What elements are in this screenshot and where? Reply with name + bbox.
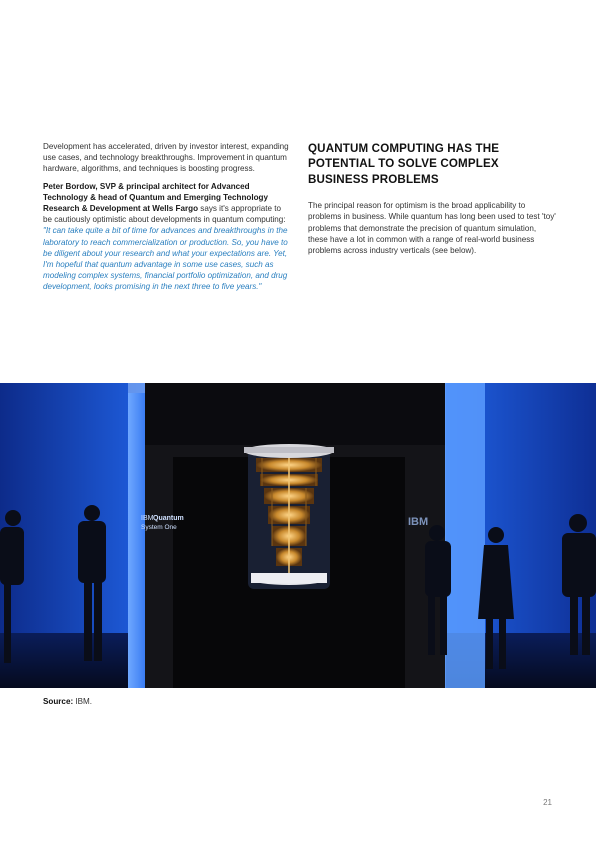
quote-paragraph: Peter Bordow, SVP & principal architect … [43, 181, 289, 293]
wall-text-quantum: Quantum [153, 515, 184, 522]
intro-paragraph: Development has accelerated, driven by i… [43, 142, 289, 174]
photo-illustration: IBM Quantum System One IBM [0, 383, 596, 688]
quote-text: "It can take quite a bit of time for adv… [43, 226, 288, 292]
wall-text-ibm-right: IBM [408, 516, 428, 528]
section-heading: QUANTUM COMPUTING HAS THE POTENTIAL TO S… [308, 142, 500, 186]
section-body: The principal reason for optimism is the… [308, 201, 556, 256]
ibm-quantum-photo: IBM Quantum System One IBM [0, 383, 596, 688]
page-number: 21 [543, 798, 552, 807]
photo-source: Source: IBM. [43, 697, 92, 706]
wall-text-ibm: IBM [141, 515, 154, 522]
source-value: IBM. [75, 697, 93, 706]
left-column: Development has accelerated, driven by i… [43, 141, 289, 299]
source-label: Source: [43, 697, 74, 706]
right-column: QUANTUM COMPUTING HAS THE POTENTIAL TO S… [308, 141, 558, 256]
wall-text-system-one: System One [141, 524, 177, 531]
